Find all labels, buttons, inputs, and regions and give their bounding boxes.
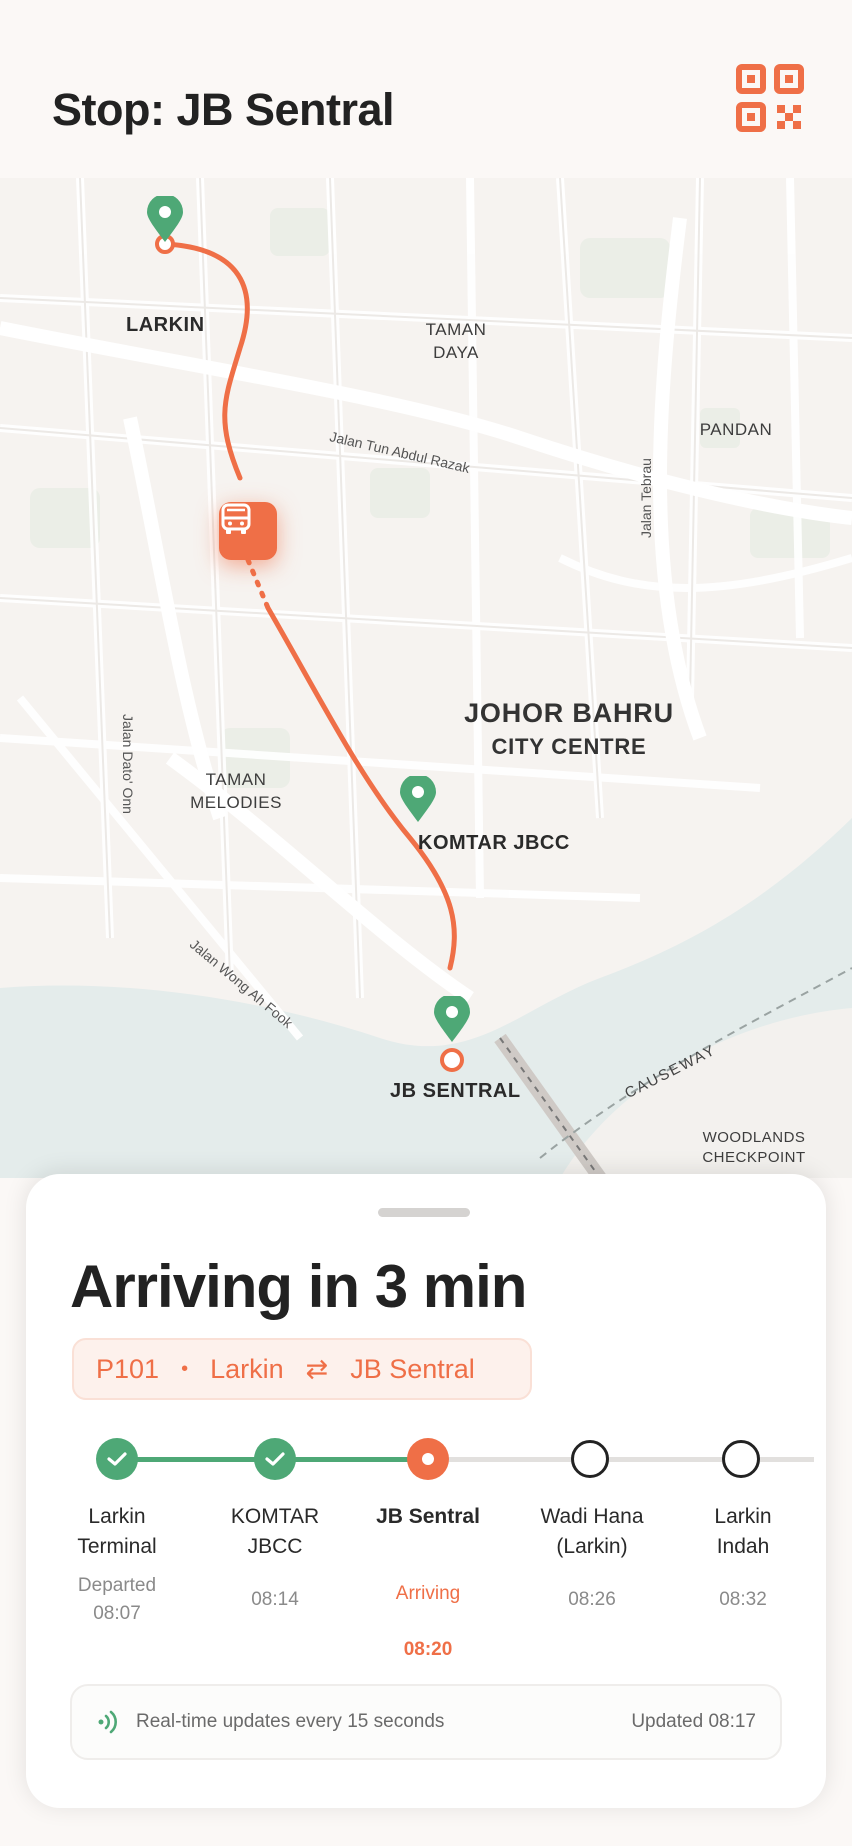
map-label-larkin: LARKIN	[126, 314, 205, 336]
header: Stop: JB Sentral	[0, 0, 852, 178]
stop-node-jb-sentral[interactable]	[407, 1438, 449, 1480]
current-stop-dot-icon	[422, 1453, 434, 1465]
arriving-time: 08:20	[403, 1639, 453, 1660]
street-label-dato-onn: Jalan Dato' Onn	[120, 714, 136, 814]
stop-column-komtar[interactable]: KOMTAR JBCC 08:14	[210, 1502, 340, 1614]
realtime-info-text: Real-time updates every 15 seconds	[136, 1711, 445, 1732]
page-title: Stop: JB Sentral	[52, 84, 395, 135]
map-label-jb-sentral: JB SENTRAL	[390, 1080, 521, 1102]
check-icon	[265, 1452, 285, 1466]
map-label-woodlands-checkpoint: Woodlands Checkpoint	[702, 1129, 806, 1166]
stop-column-jb-sentral[interactable]: JB Sentral Arriving 08:20	[363, 1502, 493, 1692]
route-separator: •	[181, 1357, 189, 1380]
stop-name: Larkin Terminal	[77, 1505, 157, 1558]
stop-status: Arriving 08:20	[363, 1552, 493, 1692]
route-code: P101	[96, 1353, 160, 1384]
map-label-pandan: Pandan	[699, 420, 773, 439]
stop-timeline: Larkin Terminal Departed 08:07 KOMTAR JB…	[26, 1436, 826, 1660]
qr-code-icon[interactable]	[736, 64, 804, 132]
sheet-drag-handle[interactable]	[378, 1208, 470, 1217]
komtar-map-pin-icon[interactable]	[398, 776, 438, 824]
live-signal-icon	[98, 1710, 117, 1734]
bus-location-marker[interactable]	[219, 502, 277, 560]
stop-column-wadi-hana[interactable]: Wadi Hana (Larkin) 08:26	[527, 1502, 657, 1614]
map-label-taman-daya: Taman Daya	[425, 320, 487, 362]
stop-column-larkin-indah[interactable]: Larkin Indah 08:32	[678, 1502, 808, 1614]
jb-sentral-stop-dot[interactable]	[440, 1048, 464, 1072]
larkin-map-pin-icon[interactable]	[145, 196, 185, 244]
stop-node-larkin-indah[interactable]	[722, 1440, 760, 1478]
jb-sentral-map-pin-icon[interactable]	[432, 996, 472, 1044]
street-label-tebrau: Jalan Tebrau	[638, 458, 654, 538]
map-label-komtar: KOMTAR JBCC	[418, 832, 570, 854]
stop-column-larkin-terminal[interactable]: Larkin Terminal Departed 08:07	[52, 1502, 182, 1628]
arriving-label: Arriving	[395, 1583, 461, 1604]
stop-time: 08:26	[568, 1589, 616, 1610]
map-label-city-line1: Johor Bahru	[464, 698, 674, 728]
arrival-bottom-sheet: Arriving in 3 min P101 • Larkin ⇄ JB Sen…	[26, 1174, 826, 1808]
stop-name: Larkin Indah	[714, 1505, 772, 1558]
stop-time: 08:32	[719, 1589, 767, 1610]
stop-name: KOMTAR JBCC	[230, 1505, 320, 1558]
realtime-info-bar: Real-time updates every 15 seconds Updat…	[70, 1684, 782, 1760]
timeline-segment-done	[118, 1457, 258, 1462]
swap-arrows-icon: ⇄	[305, 1353, 329, 1384]
stop-time: 08:14	[251, 1589, 299, 1610]
arrival-time-heading: Arriving in 3 min	[70, 1253, 527, 1320]
last-updated-time: Updated 08:17	[631, 1711, 756, 1732]
stop-node-wadi-hana[interactable]	[571, 1440, 609, 1478]
route-badge[interactable]: P101 • Larkin ⇄ JB Sentral	[72, 1338, 532, 1400]
stop-name: JB Sentral	[376, 1505, 480, 1528]
route-origin: Larkin	[210, 1353, 284, 1384]
bus-icon	[221, 503, 251, 534]
route-destination: JB Sentral	[350, 1353, 475, 1384]
stop-node-larkin-terminal[interactable]	[96, 1438, 138, 1480]
check-icon	[107, 1452, 127, 1466]
stop-node-komtar[interactable]	[254, 1438, 296, 1480]
stop-name: Wadi Hana (Larkin)	[540, 1505, 644, 1558]
map-label-city-line2: City Centre	[491, 734, 647, 759]
stop-status: Departed 08:07	[77, 1575, 157, 1624]
route-map[interactable]: LARKIN KOMTAR JBCC JB SENTRAL Taman Daya…	[0, 178, 852, 1178]
map-label-taman-melodies: Taman Melodies	[190, 770, 282, 812]
